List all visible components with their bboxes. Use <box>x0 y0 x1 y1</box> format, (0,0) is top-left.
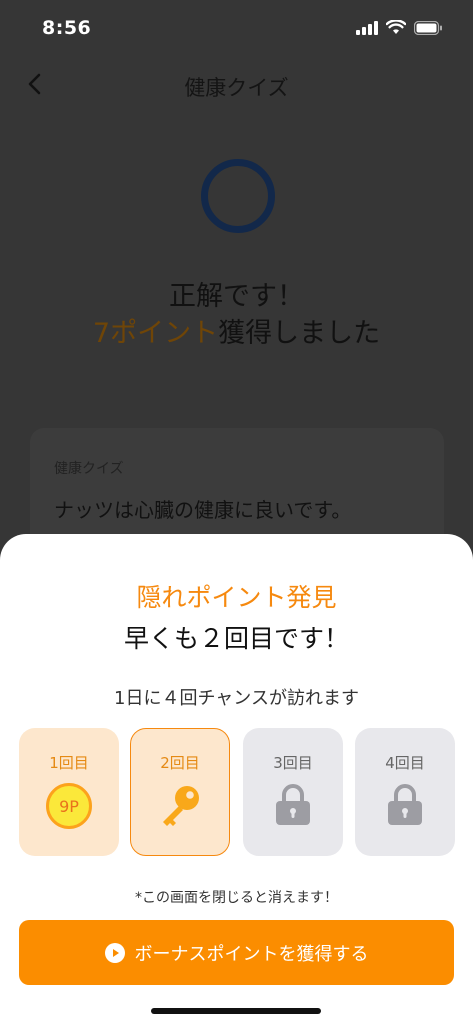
chance-card-4: 4回目 <box>355 728 455 856</box>
status-bar: 8:56 <box>0 0 473 58</box>
status-time: 8:56 <box>42 17 92 39</box>
coin-icon: 9P <box>46 783 92 829</box>
chance-card-label: 3回目 <box>273 754 313 772</box>
coin-reward: 9P <box>59 796 79 816</box>
home-indicator <box>151 1008 321 1014</box>
chance-card-label: 1回目 <box>49 754 89 772</box>
chance-card-label: 2回目 <box>160 754 200 772</box>
battery-icon <box>413 20 443 39</box>
correct-circle-icon <box>201 159 275 233</box>
earned-text: 獲得しました <box>218 318 381 349</box>
bonus-button-label: ボーナスポイントを獲得する <box>134 943 369 965</box>
cellular-signal-icon <box>356 20 378 39</box>
quiz-card-label: 健康クイズ <box>54 461 124 477</box>
sheet-subtitle: 早くも２回目です！ <box>123 624 349 653</box>
earned-points: 7ポイント <box>92 318 219 349</box>
bonus-sheet: 隠れポイント発見 早くも２回目です！ 1日に４回チャンスが訪れます 1回目 9P… <box>0 534 473 1024</box>
lock-icon <box>273 782 313 830</box>
lock-icon <box>385 782 425 830</box>
key-icon <box>157 782 203 832</box>
chance-card-3: 3回目 <box>243 728 343 856</box>
chance-cards: 1回目 9P 2回目 3回目 4回目 <box>19 728 455 856</box>
nav-bar: 健康クイズ <box>0 58 473 114</box>
result-points-message: 7ポイント獲得しました <box>0 311 473 350</box>
chance-card-1: 1回目 9P <box>19 728 119 856</box>
sheet-title: 隠れポイント発見 <box>136 583 337 612</box>
result-message: 正解です！ <box>169 281 304 312</box>
quiz-question: ナッツは心臓の健康に良いです。 <box>54 498 352 522</box>
play-circle-icon <box>104 942 125 963</box>
chance-card-label: 4回目 <box>385 754 425 772</box>
chance-info: 1日に４回チャンスが訪れます <box>114 688 359 709</box>
close-warning-note: *この画面を閉じると消えます！ <box>135 890 338 906</box>
status-icons <box>356 19 443 39</box>
wifi-icon <box>385 19 407 39</box>
get-bonus-points-button[interactable]: ボーナスポイントを獲得する <box>19 920 454 985</box>
chance-card-2[interactable]: 2回目 <box>130 728 230 856</box>
page-title: 健康クイズ <box>184 76 289 100</box>
